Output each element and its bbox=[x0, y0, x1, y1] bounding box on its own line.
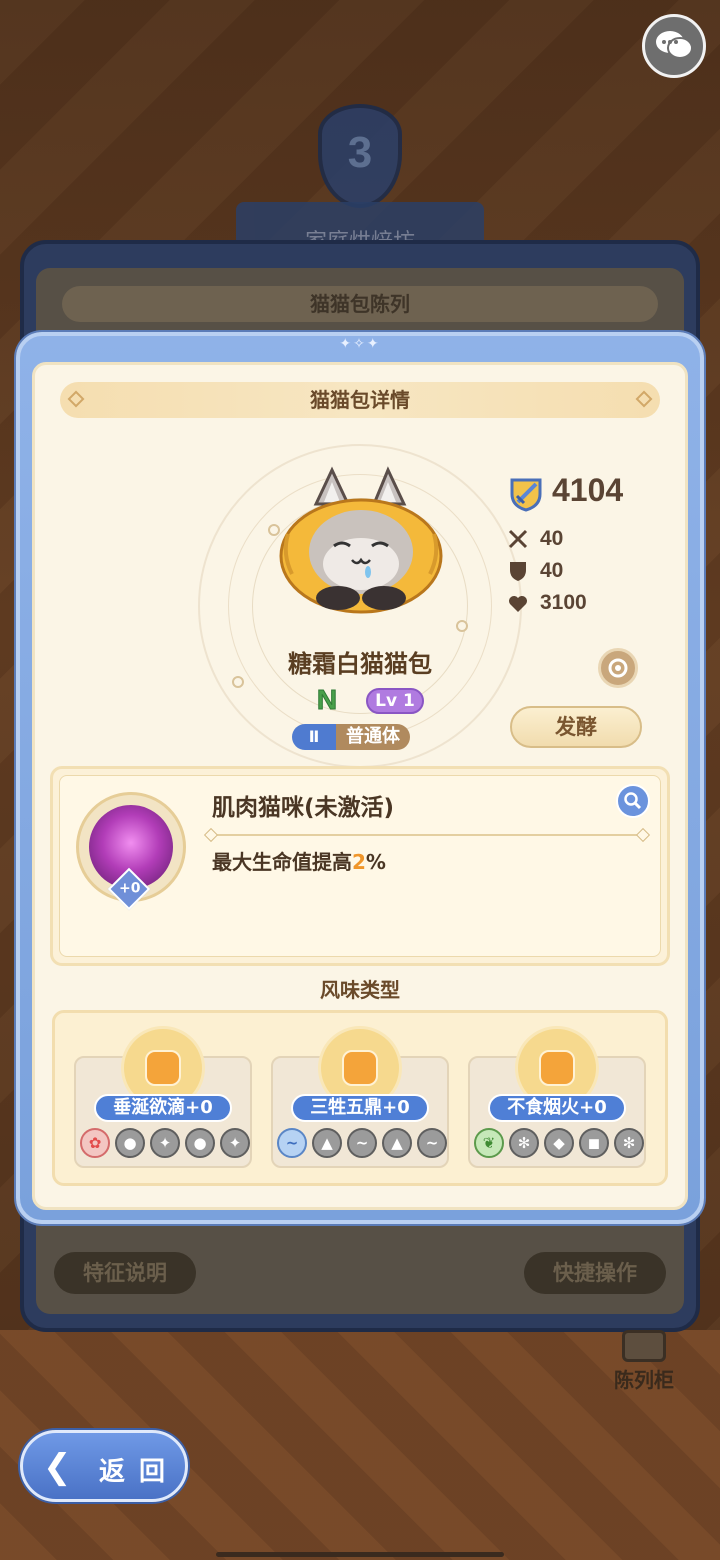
shield-icon bbox=[510, 562, 526, 581]
flavor-card[interactable]: 三牲五鼎+0 ~ ▲ ~ ▲ ~ bbox=[271, 1026, 449, 1168]
back-label: 返回 bbox=[99, 1457, 180, 1487]
combat-power-value: 4104 bbox=[552, 472, 624, 508]
star-gem-icon: ✦ bbox=[150, 1128, 180, 1158]
home-indicator[interactable] bbox=[216, 1552, 504, 1557]
heart-icon bbox=[509, 596, 527, 612]
crystal-gem-icon: ◆ bbox=[544, 1128, 574, 1158]
drop-gem-icon: ● bbox=[115, 1128, 145, 1158]
body-type-label: 普通体 bbox=[336, 724, 410, 750]
bakery-level-number: 3 bbox=[347, 128, 373, 177]
back-button[interactable]: ❮ 返回 bbox=[20, 1430, 188, 1502]
flavor-section-title: 风味类型 bbox=[320, 978, 400, 1002]
rarity-badge: N bbox=[316, 684, 338, 716]
drop-gem-icon: ● bbox=[185, 1128, 215, 1158]
quick-action-button[interactable]: 快捷操作 bbox=[524, 1252, 666, 1294]
ferment-button[interactable]: 发酵 bbox=[510, 706, 642, 748]
display-cabinet-button[interactable]: 陈列柜 bbox=[604, 1330, 684, 1392]
flavor-label: 三牲五鼎+0 bbox=[291, 1094, 429, 1122]
defense-stat: 40 bbox=[506, 558, 563, 584]
triangle-gem-icon: ▲ bbox=[312, 1128, 342, 1158]
cup-gem-icon: ◼ bbox=[579, 1128, 609, 1158]
flavor-label: 垂涎欲滴+0 bbox=[94, 1094, 232, 1122]
shield-sword-icon bbox=[510, 478, 542, 512]
character-name: 糖霜白猫猫包 bbox=[288, 650, 432, 678]
diamond-ornament-icon bbox=[67, 390, 85, 408]
attack-stat: 40 bbox=[506, 526, 563, 552]
wave-gem-icon: ~ bbox=[277, 1128, 307, 1158]
skill-name: 肌肉猫咪(未激活) bbox=[212, 795, 395, 821]
skill-description: 最大生命值提高2% bbox=[212, 850, 386, 874]
star-gem-icon: ✦ bbox=[220, 1128, 250, 1158]
hp-stat: 3100 bbox=[506, 590, 587, 616]
back-arrow-icon: ❮ bbox=[43, 1447, 72, 1487]
leaf-gem-icon: ❦ bbox=[474, 1128, 504, 1158]
cat-bun-character bbox=[279, 466, 443, 614]
body-type-grade: Ⅱ bbox=[292, 724, 336, 750]
diamond-ornament-icon bbox=[635, 390, 653, 408]
swap-icon bbox=[608, 658, 628, 678]
flavor-label: 不食烟火+0 bbox=[488, 1094, 626, 1122]
crossed-swords-icon bbox=[508, 529, 528, 549]
flavor-card[interactable]: 垂涎欲滴+0 ✿ ● ✦ ● ✦ bbox=[74, 1026, 252, 1168]
display-panel-title: 猫猫包陈列 bbox=[62, 286, 658, 322]
flower-gem-icon: ✿ bbox=[80, 1128, 110, 1158]
skill-zoom-button[interactable] bbox=[616, 784, 650, 818]
chat-button[interactable] bbox=[642, 14, 706, 78]
swap-button[interactable] bbox=[598, 648, 638, 688]
modal-ornament: ✦✧✦ bbox=[339, 336, 381, 352]
orbit-dot bbox=[456, 620, 468, 632]
cabinet-icon bbox=[622, 1330, 666, 1362]
detail-modal-title: 猫猫包详情 bbox=[60, 382, 660, 418]
snowflake-gem-icon: ✻ bbox=[509, 1128, 539, 1158]
feature-info-button[interactable]: 特征说明 bbox=[54, 1252, 196, 1294]
body-type-badge: Ⅱ 普通体 bbox=[292, 724, 410, 750]
chat-bubbles-icon bbox=[656, 31, 693, 59]
triangle-gem-icon: ▲ bbox=[382, 1128, 412, 1158]
snowflake-gem-icon: ✻ bbox=[614, 1128, 644, 1158]
display-cabinet-label: 陈列柜 bbox=[614, 1368, 674, 1392]
level-badge: Lv 1 bbox=[366, 688, 424, 714]
wave-gem-icon: ~ bbox=[347, 1128, 377, 1158]
wave-gem-icon: ~ bbox=[417, 1128, 447, 1158]
bakery-level-badge: 3 bbox=[318, 104, 402, 208]
divider bbox=[210, 834, 644, 836]
magnifier-icon bbox=[624, 792, 642, 810]
flavor-card[interactable]: 不食烟火+0 ❦ ✻ ◆ ◼ ✻ bbox=[468, 1026, 646, 1168]
